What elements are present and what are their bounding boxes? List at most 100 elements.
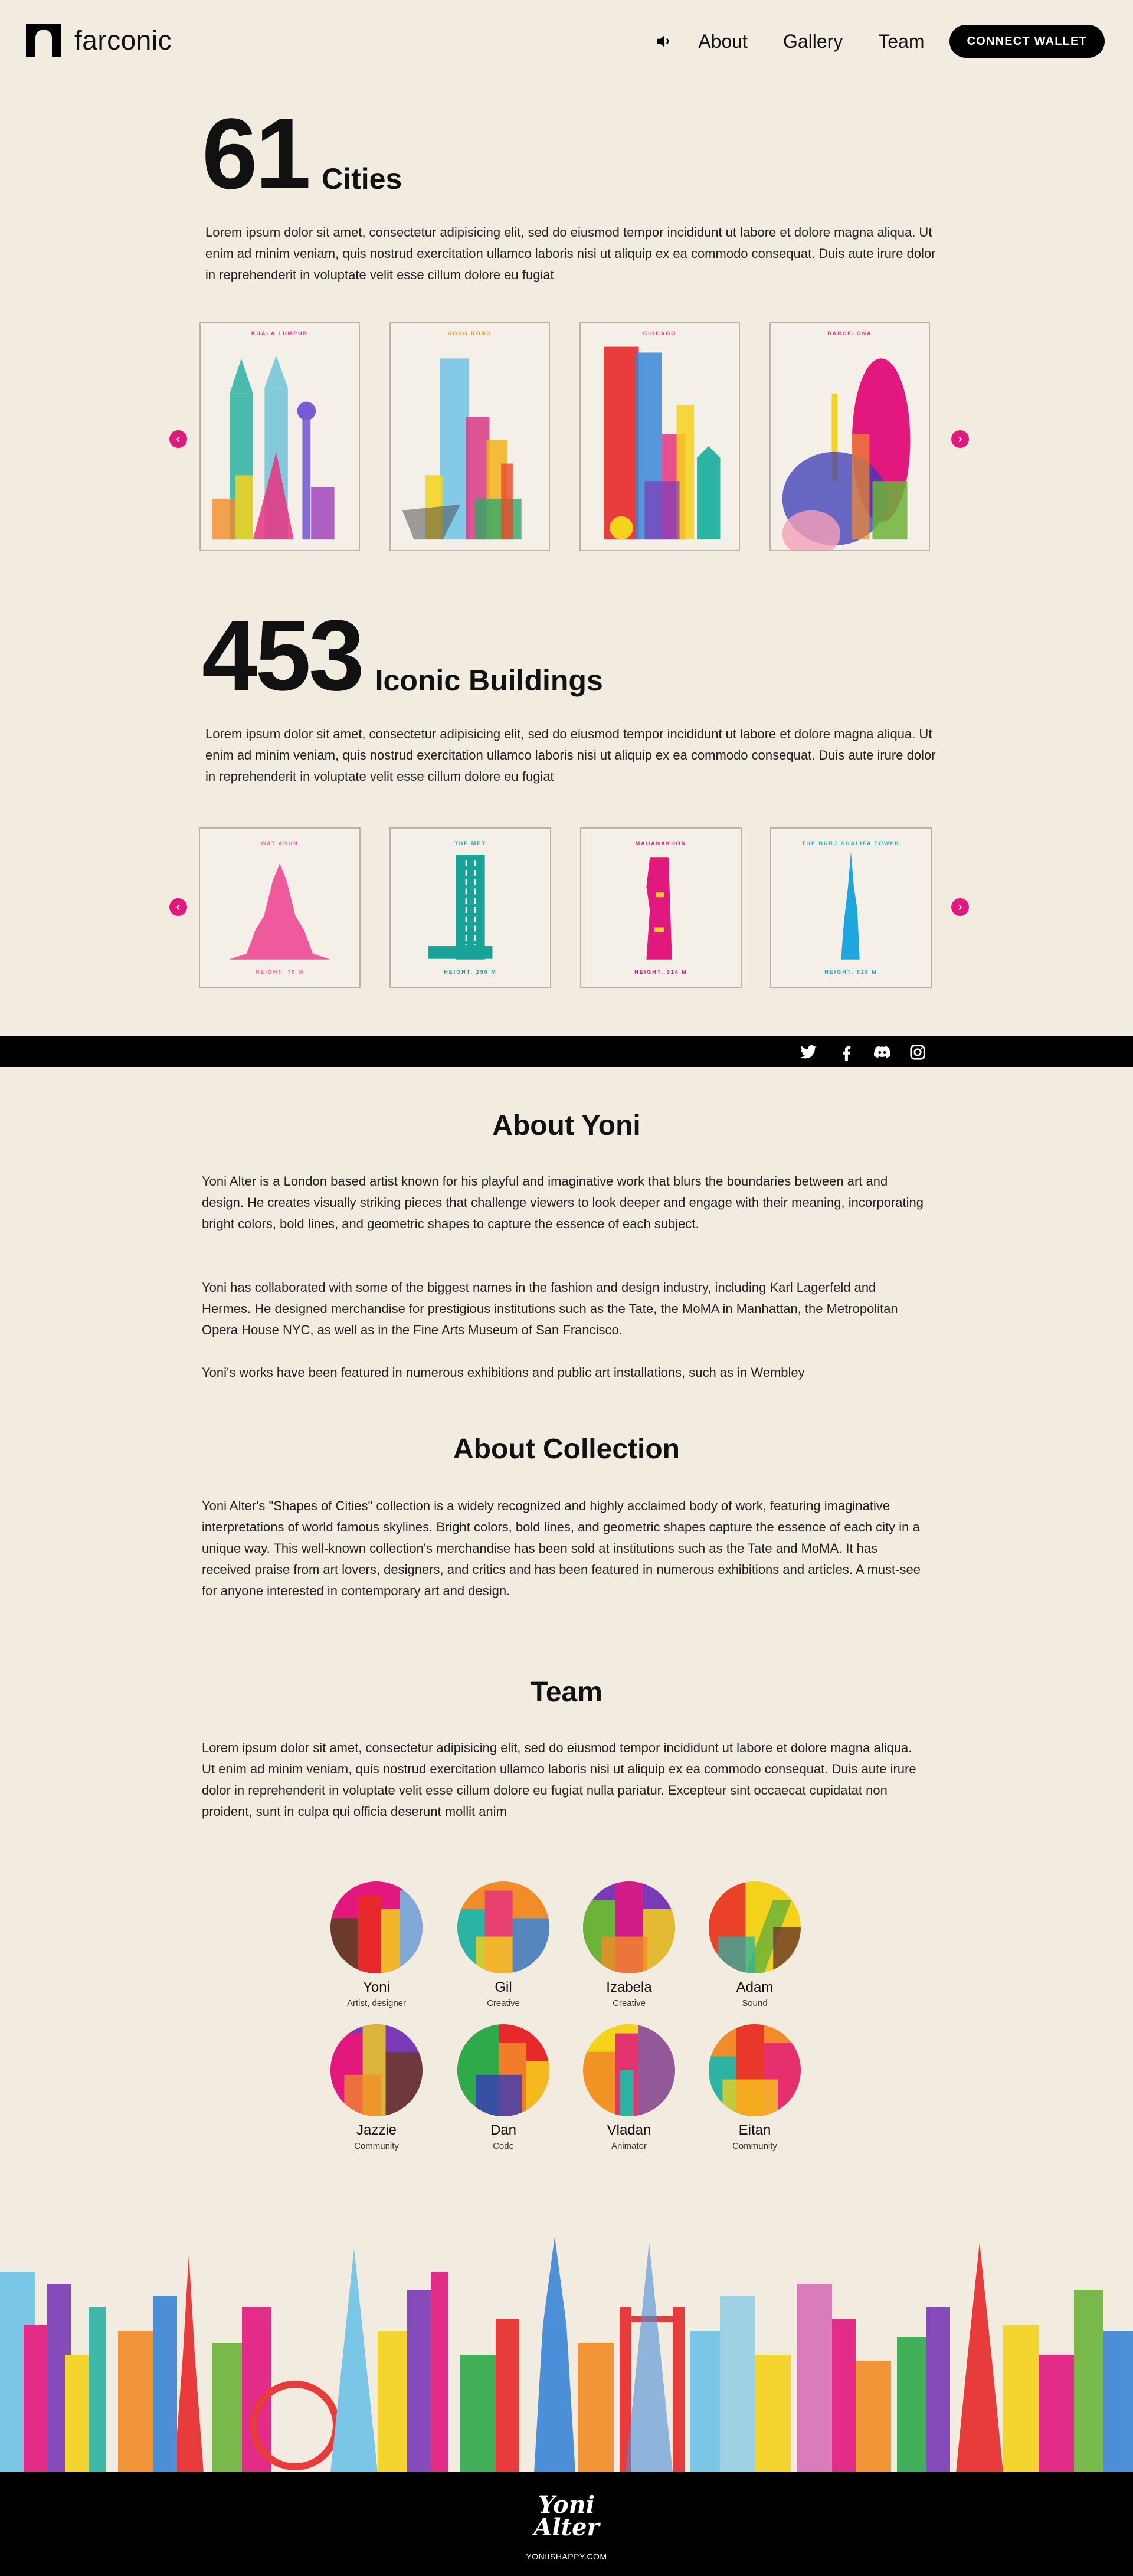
logo-text: farconic (74, 25, 172, 55)
avatar (330, 1881, 423, 1973)
team-member-adam[interactable]: Adam Sound (702, 1881, 808, 2008)
building-card-burj-khalifa[interactable]: THE BURJ KHALIFA TOWER HEIGHT: 828 M (770, 827, 932, 988)
team-member-dan[interactable]: Dan Code (450, 2024, 556, 2151)
building-card-footer: HEIGHT: 314 M (634, 969, 687, 975)
team-member-izabela[interactable]: Izabela Creative (576, 1881, 682, 2008)
footer-site-link[interactable]: YONIISHAPPY.COM (0, 2552, 1133, 2561)
logo[interactable]: farconic (26, 24, 172, 57)
city-card-title: HONG KONG (447, 330, 492, 336)
team-member-jazzie[interactable]: Jazzie Community (323, 2024, 430, 2151)
avatar (709, 2024, 801, 2116)
team-member-vladan[interactable]: Vladan Animator (576, 2024, 682, 2151)
team-member-role: Creative (487, 1998, 520, 2008)
building-card-title: THE MET (454, 840, 486, 846)
avatar (583, 1881, 675, 1973)
about-yoni-heading: About Yoni (492, 1110, 641, 1141)
about-collection-heading: About Collection (453, 1433, 680, 1465)
cities-prev-arrow[interactable]: ‹ (169, 430, 187, 448)
buildings-stat: 453 Iconic Buildings (202, 600, 603, 712)
yoni-alter-signature-logo: Yoni Alter (0, 2493, 1133, 2541)
team-member-name: Jazzie (356, 2122, 397, 2138)
avatar (709, 1881, 801, 1973)
nav-team-link[interactable]: Team (878, 31, 924, 53)
building-card-title: MAHANAKHON (635, 840, 687, 846)
the-met-artwork (428, 855, 493, 960)
hong-kong-artwork (402, 358, 522, 540)
city-card-chicago[interactable]: CHICAGO (579, 322, 740, 551)
avatar (583, 2024, 675, 2116)
team-member-name: Dan (490, 2122, 517, 2138)
team-member-name: Eitan (738, 2122, 771, 2138)
team-member-role: Code (493, 2141, 514, 2151)
building-card-the-met[interactable]: THE MET HEIGHT: 250 M (389, 827, 551, 988)
team-heading: Team (531, 1677, 602, 1708)
kuala-lumpur-artwork (212, 355, 335, 540)
twitter-icon[interactable] (800, 1043, 817, 1061)
site-header: farconic About Gallery Team CONNECT WALL… (0, 0, 1133, 83)
sound-icon[interactable] (654, 31, 674, 51)
about-yoni-paragraph-3: Yoni's works have been featured in numer… (202, 1365, 805, 1380)
skyline-illustration (0, 2237, 1133, 2473)
team-member-name: Yoni (363, 1979, 390, 1995)
connect-wallet-button[interactable]: CONNECT WALLET (949, 25, 1105, 58)
cities-next-arrow[interactable]: › (951, 430, 969, 448)
about-yoni-paragraph-2: Yoni has collaborated with some of the b… (202, 1280, 898, 1337)
city-card-title: KUALA LUMPUR (251, 330, 309, 336)
discord-icon[interactable] (873, 1043, 891, 1061)
buildings-prev-arrow[interactable]: ‹ (169, 898, 187, 916)
nav-gallery-link[interactable]: Gallery (783, 31, 843, 53)
instagram-icon[interactable] (909, 1043, 926, 1061)
team-member-eitan[interactable]: Eitan Community (702, 2024, 808, 2151)
building-card-title: THE BURJ KHALIFA TOWER (801, 840, 900, 846)
signature-line-2: Alter (533, 2513, 600, 2541)
building-card-wat-arun[interactable]: WAT ARUN HEIGHT: 79 M (199, 827, 361, 988)
building-card-title: WAT ARUN (261, 840, 299, 846)
buildings-count: 453 (202, 600, 365, 712)
about-yoni-paragraph-1: Yoni Alter is a London based artist know… (202, 1174, 924, 1231)
building-card-footer: HEIGHT: 79 M (255, 969, 304, 975)
chicago-artwork (604, 346, 721, 540)
burj-khalifa-artwork (841, 852, 860, 960)
buildings-next-arrow[interactable]: › (951, 898, 969, 916)
team-description: Lorem ipsum dolor sit amet, consectetur … (202, 1740, 916, 1819)
team-member-role: Community (732, 2141, 777, 2151)
nav-about-link[interactable]: About (698, 31, 748, 53)
avatar (330, 2024, 423, 2116)
team-member-role: Community (354, 2141, 399, 2151)
team-member-gil[interactable]: Gil Creative (450, 1881, 556, 2008)
city-card-title: CHICAGO (643, 330, 677, 336)
building-card-mahanakhon[interactable]: MAHANAKHON HEIGHT: 314 M (580, 827, 742, 988)
team-member-yoni[interactable]: Yoni Artist, designer (323, 1881, 430, 2008)
team-member-role: Creative (613, 1998, 646, 2008)
facebook-icon[interactable] (838, 1043, 856, 1061)
avatar (457, 1881, 549, 1973)
buildings-description: Lorem ipsum dolor sit amet, consectetur … (205, 726, 936, 784)
team-member-role: Animator (611, 2141, 647, 2151)
main-nav: About Gallery Team CONNECT WALLET (654, 25, 1105, 58)
city-card-barcelona[interactable]: BARCELONA (769, 322, 930, 551)
city-card-title: BARCELONA (827, 330, 872, 336)
buildings-carousel: ‹ › WAT ARUN HEIGHT: 79 M THE MET HEIGHT… (0, 826, 1133, 988)
team-member-name: Gil (495, 1979, 512, 1995)
team-member-name: Vladan (607, 2122, 651, 2138)
cities-stat: 61 Cities (202, 98, 402, 210)
team-member-name: Adam (736, 1979, 774, 1995)
cities-carousel: ‹ › KUALA LUMPUR HONG KONG CHICAGO BARCE… (0, 321, 1133, 552)
building-card-footer: HEIGHT: 250 M (444, 969, 497, 975)
about-collection-paragraph: Yoni Alter's "Shapes of Cities" collecti… (202, 1498, 921, 1598)
mahanakhon-artwork (646, 857, 672, 960)
building-card-footer: HEIGHT: 828 M (824, 969, 877, 975)
buildings-label: Iconic Buildings (375, 664, 603, 697)
avatar (457, 2024, 549, 2116)
cities-description: Lorem ipsum dolor sit amet, consectetur … (205, 225, 936, 282)
barcelona-artwork (782, 358, 911, 550)
site-footer: Yoni Alter YONIISHAPPY.COM (0, 2472, 1133, 2576)
city-card-kuala-lumpur[interactable]: KUALA LUMPUR (199, 322, 360, 551)
arch-logo-icon (26, 24, 61, 57)
city-card-hong-kong[interactable]: HONG KONG (389, 322, 550, 551)
team-member-name: Izabela (606, 1979, 652, 1995)
wat-arun-artwork (229, 863, 330, 960)
cities-label: Cities (322, 162, 402, 195)
cities-count: 61 (202, 98, 311, 210)
social-bar (0, 1036, 1133, 1067)
